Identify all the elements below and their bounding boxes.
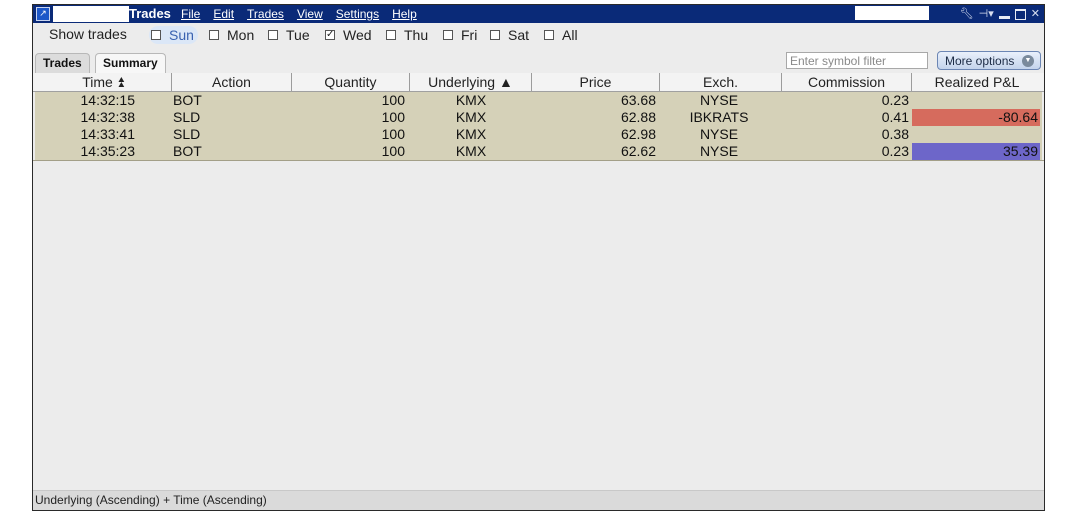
day-mon[interactable]: Mon — [209, 26, 254, 44]
maximize-icon[interactable] — [1014, 8, 1026, 20]
checkbox-icon[interactable] — [386, 30, 396, 40]
cell-commission: 0.41 — [881, 109, 909, 125]
cell-quantity: 100 — [381, 109, 405, 125]
menu-bar: File Edit Trades View Settings Help — [181, 7, 430, 22]
col-price[interactable]: Price — [532, 73, 660, 91]
col-commission[interactable]: Commission — [782, 73, 912, 91]
day-sat[interactable]: Sat — [490, 26, 529, 44]
cell-action: BOT — [173, 92, 202, 108]
cell-commission: 0.23 — [881, 143, 909, 159]
status-bar: Underlying (Ascending) + Time (Ascending… — [33, 490, 1044, 510]
table-header: Time ⏫︎ Action Quantity Underlying ▲ Pri… — [33, 73, 1044, 92]
day-all[interactable]: All — [544, 26, 578, 44]
sort-status-text: Underlying (Ascending) + Time (Ascending… — [35, 493, 267, 507]
checkbox-icon[interactable] — [443, 30, 453, 40]
col-quantity[interactable]: Quantity — [292, 73, 410, 91]
cell-action: SLD — [173, 109, 201, 125]
cell-price: 62.98 — [620, 126, 656, 142]
cell-quantity: 100 — [381, 143, 405, 159]
table-row[interactable]: 14:33:41 SLD 100 KMX 62.98 NYSE 0.38 — [35, 126, 1042, 143]
cell-realized-pnl: 35.39 — [912, 143, 1040, 160]
cell-realized-pnl: -80.64 — [912, 109, 1040, 126]
window-controls: 🔧︎ ⊣▾ ✕ — [960, 6, 1040, 22]
tab-summary[interactable]: Summary — [95, 53, 166, 73]
menu-settings[interactable]: Settings — [336, 7, 379, 22]
pin-icon[interactable]: ⊣▾ — [979, 6, 994, 22]
close-icon[interactable]: ✕ — [1031, 6, 1040, 22]
day-thu[interactable]: Thu — [386, 26, 428, 44]
cell-exch: NYSE — [699, 126, 739, 142]
table-row[interactable]: 14:35:23 BOT 100 KMX 62.62 NYSE 0.23 35.… — [35, 143, 1042, 160]
cell-time: 14:32:38 — [80, 109, 136, 125]
cell-time: 14:32:15 — [80, 92, 136, 108]
cell-action: BOT — [173, 143, 202, 159]
title-bar: ↗ Trades File Edit Trades View Settings … — [33, 5, 1044, 23]
col-realized-pnl[interactable]: Realized P&L — [912, 73, 1042, 91]
tab-trades[interactable]: Trades — [35, 53, 90, 73]
menu-view[interactable]: View — [297, 7, 323, 22]
checkbox-icon[interactable] — [544, 30, 554, 40]
cell-underlying: KMX — [455, 92, 487, 108]
table-bottom-divider — [33, 160, 1044, 161]
toolbar-redaction — [855, 6, 929, 20]
cell-exch: NYSE — [699, 92, 739, 108]
col-time[interactable]: Time ⏫︎ — [35, 73, 172, 91]
cell-realized-pnl — [912, 92, 1040, 109]
cell-exch: IBKRATS — [689, 109, 749, 125]
menu-trades[interactable]: Trades — [247, 7, 284, 22]
sort-double-up-icon: ⏫︎ — [116, 74, 124, 90]
menu-edit[interactable]: Edit — [213, 7, 234, 22]
title-redaction — [53, 6, 129, 22]
cell-realized-pnl — [912, 126, 1040, 143]
minimize-icon[interactable] — [998, 15, 1010, 19]
cell-price: 62.88 — [620, 109, 656, 125]
wrench-icon[interactable]: 🔧︎ — [960, 6, 974, 22]
cell-commission: 0.23 — [881, 92, 909, 108]
sort-up-icon: ▲ — [498, 74, 513, 90]
cell-underlying: KMX — [455, 126, 487, 142]
cell-quantity: 100 — [381, 92, 405, 108]
cell-time: 14:35:23 — [80, 143, 136, 159]
show-trades-label: Show trades — [49, 26, 127, 42]
window-title: Trades — [129, 6, 171, 21]
symbol-filter-input[interactable]: Enter symbol filter — [786, 52, 928, 69]
menu-help[interactable]: Help — [392, 7, 417, 22]
col-action[interactable]: Action — [172, 73, 292, 91]
table-row[interactable]: 14:32:15 BOT 100 KMX 63.68 NYSE 0.23 — [35, 92, 1042, 109]
day-tue[interactable]: Tue — [268, 26, 310, 44]
checkbox-icon[interactable] — [268, 30, 278, 40]
checkbox-icon[interactable] — [151, 30, 161, 40]
cell-price: 62.62 — [620, 143, 656, 159]
chevron-down-icon: ▼ — [1022, 55, 1034, 67]
cell-quantity: 100 — [381, 126, 405, 142]
trades-window: ↗ Trades File Edit Trades View Settings … — [32, 4, 1045, 511]
cell-action: SLD — [173, 126, 201, 142]
checkbox-checked-icon[interactable]: ✓ — [325, 30, 335, 40]
day-filter-bar: Show trades Sun Mon Tue ✓ Wed Thu Fri Sat… — [33, 24, 1044, 46]
col-exch[interactable]: Exch. — [660, 73, 782, 91]
tab-bar: Trades Summary Enter symbol filter More … — [33, 51, 1044, 73]
table-row[interactable]: 14:32:38 SLD 100 KMX 62.88 IBKRATS 0.41 … — [35, 109, 1042, 126]
cell-time: 14:33:41 — [80, 126, 136, 142]
cell-underlying: KMX — [455, 109, 487, 125]
col-underlying[interactable]: Underlying ▲ — [410, 73, 532, 91]
cell-price: 63.68 — [620, 92, 656, 108]
day-fri[interactable]: Fri — [443, 26, 477, 44]
checkbox-icon[interactable] — [209, 30, 219, 40]
checkbox-icon[interactable] — [490, 30, 500, 40]
cell-underlying: KMX — [455, 143, 487, 159]
app-logo-icon[interactable]: ↗ — [36, 7, 50, 21]
cell-exch: NYSE — [699, 143, 739, 159]
more-options-button[interactable]: More options ▼ — [937, 51, 1041, 70]
cell-commission: 0.38 — [881, 126, 909, 142]
day-sun[interactable]: Sun — [149, 26, 198, 44]
menu-file[interactable]: File — [181, 7, 200, 22]
day-wed[interactable]: ✓ Wed — [325, 26, 372, 44]
